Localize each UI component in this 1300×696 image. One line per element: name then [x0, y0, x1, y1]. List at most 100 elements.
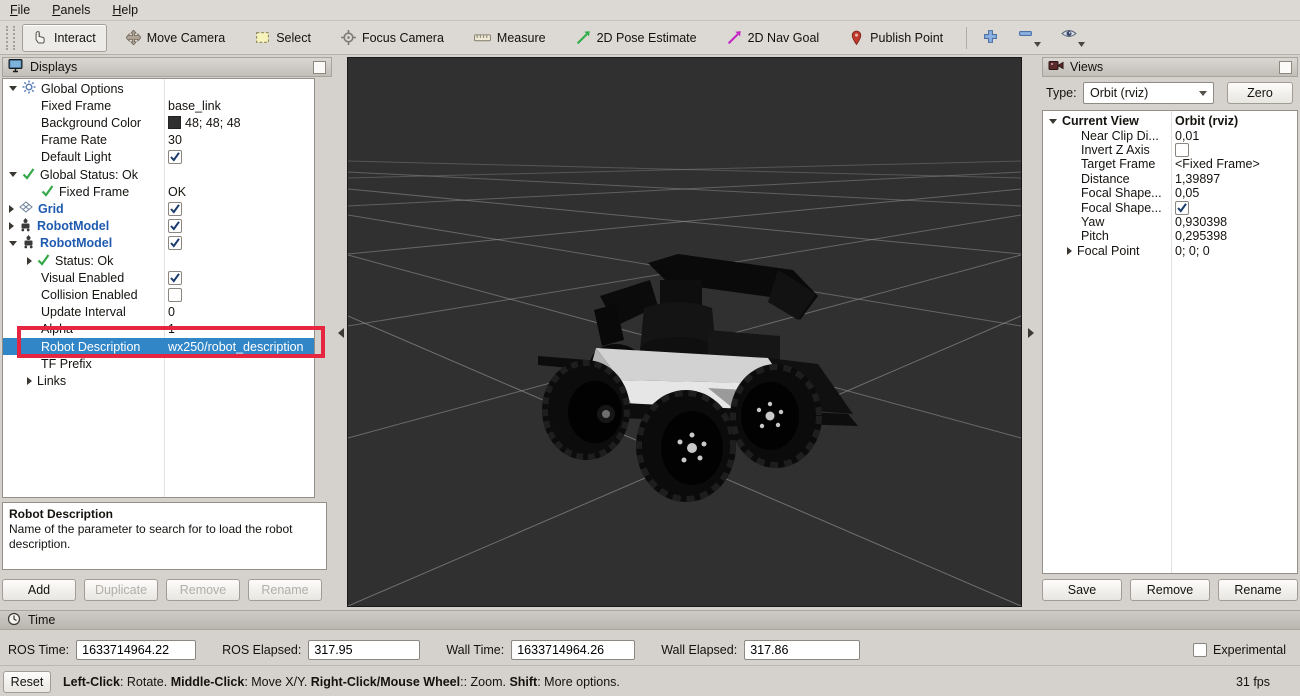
property-value[interactable] [1175, 143, 1189, 157]
measure-tool-button[interactable]: Measure [463, 24, 557, 52]
property-value: 0,295398 [1175, 229, 1227, 243]
checkbox-checked[interactable] [1175, 201, 1189, 215]
collapse-left-arrow-icon[interactable] [338, 328, 344, 338]
property-value[interactable] [1175, 201, 1189, 215]
property-value: <Fixed Frame> [1175, 157, 1260, 171]
left-splitter[interactable] [334, 55, 347, 610]
render-viewport[interactable] [347, 57, 1022, 607]
collapse-triangle-icon[interactable] [9, 86, 17, 91]
tree-row-status-ok[interactable]: Status: Ok [3, 252, 314, 269]
view-type-dropdown[interactable]: Orbit (rviz) [1083, 82, 1214, 104]
checkbox-unchecked[interactable] [1193, 643, 1207, 657]
checkbox-unchecked[interactable] [1175, 143, 1189, 157]
wall-elapsed-input[interactable] [744, 640, 860, 660]
reset-button[interactable]: Reset [3, 671, 51, 693]
expand-triangle-icon[interactable] [1067, 247, 1072, 255]
property-value[interactable] [168, 271, 182, 285]
tree-row-alpha[interactable]: Alpha1 [3, 321, 314, 338]
tree-row-current-view[interactable]: Current ViewOrbit (rviz) [1043, 114, 1297, 128]
property-value[interactable] [168, 150, 182, 164]
mouse-hint-text: Left-Click: Rotate. Middle-Click: Move X… [63, 675, 620, 689]
tree-row-tf-prefix[interactable]: TF Prefix [3, 355, 314, 372]
plus-view-button[interactable] [977, 26, 1004, 50]
2d-pose-estimate-tool-button[interactable]: 2D Pose Estimate [565, 24, 708, 52]
rename-button[interactable]: Rename [248, 579, 322, 601]
tree-row-default-light[interactable]: Default Light [3, 149, 314, 166]
tree-row-distance[interactable]: Distance1,39897 [1043, 172, 1297, 186]
tree-row-visual-enabled[interactable]: Visual Enabled [3, 269, 314, 286]
tree-row-robot-description[interactable]: Robot Descriptionwx250/robot_description [3, 338, 314, 355]
expand-triangle-icon[interactable] [27, 257, 32, 265]
tree-row-background-color[interactable]: Background Color48; 48; 48 [3, 114, 314, 131]
checkbox-checked[interactable] [168, 236, 182, 250]
tree-row-robotmodel[interactable]: RobotModel [3, 235, 314, 252]
tree-row-target-frame[interactable]: Target Frame<Fixed Frame> [1043, 157, 1297, 171]
remove-button[interactable]: Remove [166, 579, 240, 601]
collapse-right-arrow-icon[interactable] [1028, 328, 1034, 338]
property-value[interactable] [168, 288, 182, 302]
tree-row-links[interactable]: Links [3, 372, 314, 389]
tree-row-grid[interactable]: Grid [3, 200, 314, 217]
property-value[interactable] [168, 236, 182, 250]
tree-row-pitch[interactable]: Pitch0,295398 [1043, 229, 1297, 243]
collapse-triangle-icon[interactable] [1049, 119, 1057, 124]
save-button[interactable]: Save [1042, 579, 1122, 601]
menu-item-panels[interactable]: Panels [52, 3, 90, 17]
tree-row-collision-enabled[interactable]: Collision Enabled [3, 286, 314, 303]
publish-point-tool-button[interactable]: Publish Point [838, 24, 954, 52]
panel-float-button[interactable] [1279, 61, 1292, 74]
zero-button[interactable]: Zero [1227, 82, 1293, 104]
checkbox-checked[interactable] [168, 219, 182, 233]
interact-tool-button[interactable]: Interact [22, 24, 107, 52]
tree-row-focal-shape[interactable]: Focal Shape...0,05 [1043, 186, 1297, 200]
tree-row-yaw[interactable]: Yaw0,930398 [1043, 215, 1297, 229]
focus-camera-tool-button[interactable]: Focus Camera [330, 24, 455, 52]
tree-row-frame-rate[interactable]: Frame Rate30 [3, 132, 314, 149]
property-value[interactable] [168, 219, 182, 233]
toolbar-drag-handle[interactable] [6, 26, 15, 50]
property-value: 48; 48; 48 [168, 116, 241, 130]
chevron-down-icon [1199, 91, 1207, 96]
tree-row-near-clip-di[interactable]: Near Clip Di...0,01 [1043, 128, 1297, 142]
add-button[interactable]: Add [2, 579, 76, 601]
wall-time-input[interactable] [511, 640, 635, 660]
experimental-label: Experimental [1213, 643, 1286, 657]
collapse-triangle-icon[interactable] [9, 241, 17, 246]
expand-triangle-icon[interactable] [9, 222, 14, 230]
tree-row-robotmodel[interactable]: RobotModel [3, 218, 314, 235]
check-green-icon [41, 184, 54, 200]
property-value[interactable] [168, 202, 182, 216]
checkbox-checked[interactable] [168, 150, 182, 164]
checkbox-checked[interactable] [168, 271, 182, 285]
tree-row-global-status-ok[interactable]: Global Status: Ok [3, 166, 314, 183]
tree-row-focal-shape[interactable]: Focal Shape... [1043, 200, 1297, 214]
duplicate-button[interactable]: Duplicate [84, 579, 158, 601]
views-panel: Views Type: Orbit (rviz) Zero Current Vi… [1040, 55, 1300, 610]
menu-item-help[interactable]: Help [112, 3, 138, 17]
ros-elapsed-input[interactable] [308, 640, 420, 660]
right-splitter[interactable] [1021, 55, 1040, 610]
move-camera-tool-button[interactable]: Move Camera [115, 24, 237, 52]
expand-triangle-icon[interactable] [9, 205, 14, 213]
collapse-triangle-icon[interactable] [9, 172, 17, 177]
minus-view-button[interactable] [1012, 23, 1047, 53]
2d-nav-goal-tool-button[interactable]: 2D Nav Goal [716, 24, 831, 52]
select-tool-button[interactable]: Select [244, 24, 322, 52]
checkbox-unchecked[interactable] [168, 288, 182, 302]
tree-row-fixed-frame[interactable]: Fixed Framebase_link [3, 97, 314, 114]
rename-button[interactable]: Rename [1218, 579, 1298, 601]
tree-row-invert-z-axis[interactable]: Invert Z Axis [1043, 143, 1297, 157]
tree-row-update-interval[interactable]: Update Interval0 [3, 304, 314, 321]
property-value: 30 [168, 133, 182, 147]
eye-view-button[interactable] [1055, 23, 1091, 53]
color-swatch [168, 116, 181, 129]
checkbox-checked[interactable] [168, 202, 182, 216]
tree-row-fixed-frame[interactable]: Fixed FrameOK [3, 183, 314, 200]
expand-triangle-icon[interactable] [27, 377, 32, 385]
remove-button[interactable]: Remove [1130, 579, 1210, 601]
ros-time-input[interactable] [76, 640, 196, 660]
tree-row-global-options[interactable]: Global Options [3, 80, 314, 97]
tree-row-focal-point[interactable]: Focal Point0; 0; 0 [1043, 244, 1297, 258]
panel-float-button[interactable] [313, 61, 326, 74]
menu-item-file[interactable]: File [10, 3, 30, 17]
